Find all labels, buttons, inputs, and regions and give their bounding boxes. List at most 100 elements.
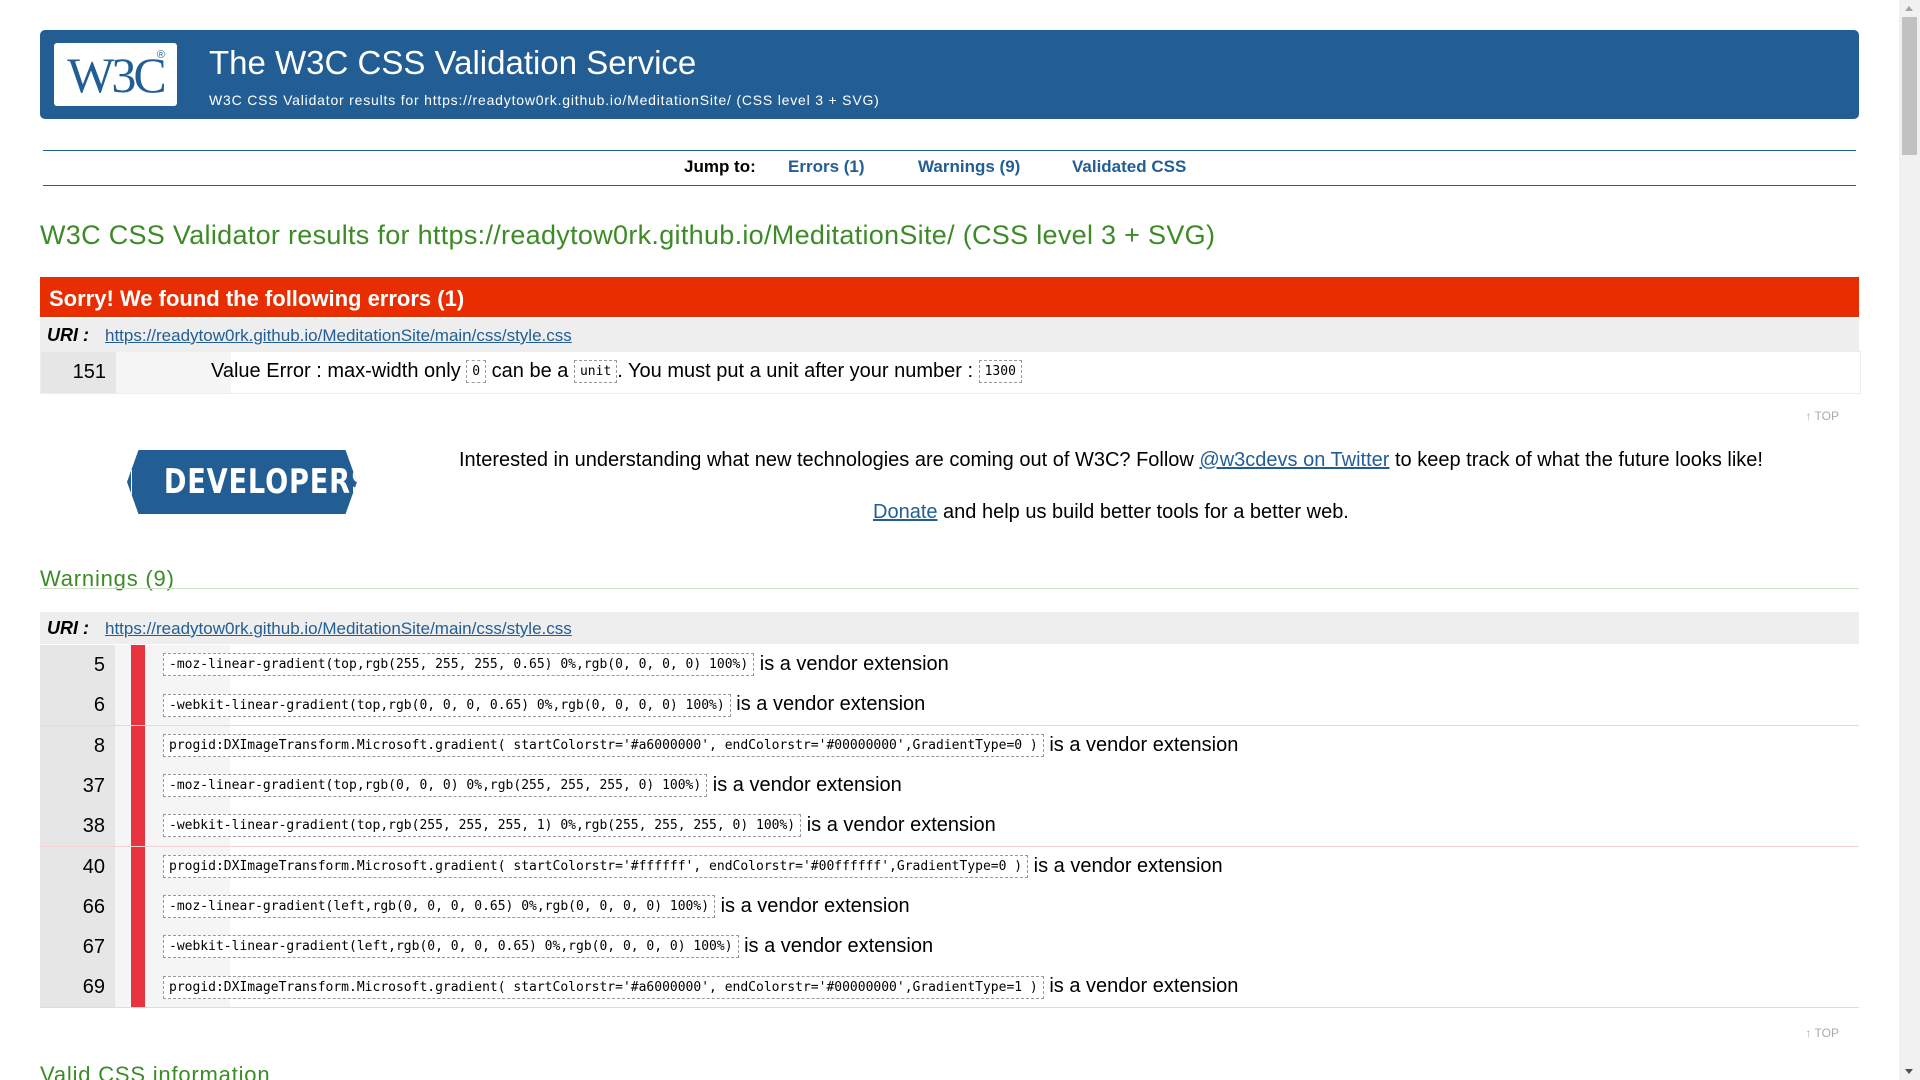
warning-row: 69 progid:DXImageTransform.Microsoft.grad… — [40, 967, 1859, 1009]
jump-link-warnings[interactable]: Warnings (9) — [918, 157, 1020, 177]
jump-label: Jump to: — [684, 157, 756, 176]
error-text: can be a — [491, 360, 569, 382]
warnings-uri-row: URI : https://readytow0rk.github.io/Medi… — [40, 612, 1859, 644]
code-snippet: -moz-linear-gradient(left,rgb(0, 0, 0, 0… — [163, 895, 716, 919]
warning-suffix: is a vendor extension — [720, 894, 910, 917]
scroll-down-arrow-icon[interactable] — [1899, 1063, 1920, 1080]
warning-message: -webkit-linear-gradient(left,rgb(0, 0, 0… — [163, 935, 934, 959]
warning-row: 37 -moz-linear-gradient(top,rgb(0, 0, 0) … — [40, 765, 1859, 807]
warning-suffix: is a vendor extension — [744, 935, 934, 958]
warning-row: 6 -webkit-linear-gradient(top,rgb(0, 0, 0… — [40, 685, 1859, 727]
warning-message: -webkit-linear-gradient(top,rgb(255, 255… — [163, 814, 996, 838]
dev-logo-small: W3C — [127, 469, 133, 495]
warning-suffix: is a vendor extension — [1049, 733, 1239, 756]
vertical-scrollbar[interactable] — [1899, 0, 1920, 1080]
line-number: 6 — [40, 685, 115, 726]
line-number: 66 — [40, 886, 115, 927]
page-subtitle: W3C CSS Validator results for https://re… — [209, 92, 880, 108]
warning-row: 66 -moz-linear-gradient(left,rgb(0, 0, 0,… — [40, 886, 1859, 928]
warning-marker — [131, 886, 145, 927]
top-link[interactable]: ↑ TOP — [1805, 409, 1839, 423]
promo-text-part: Interested in understanding what new tec… — [459, 449, 1200, 471]
donate-link[interactable]: Donate — [873, 501, 938, 523]
error-message: Value Error : max-width only 0 can be a … — [211, 360, 1022, 384]
warning-row: 8 progid:DXImageTransform.Microsoft.gradi… — [40, 725, 1859, 767]
w3c-developers-logo[interactable]: W3C DEVELOPERS — [127, 450, 357, 514]
uri-label: URI : — [47, 325, 89, 345]
top-link[interactable]: ↑ TOP — [1805, 1026, 1839, 1040]
warning-marker — [131, 645, 145, 685]
warning-message: progid:DXImageTransform.Microsoft.gradie… — [163, 975, 1239, 999]
promo-text: Interested in understanding what new tec… — [459, 449, 1763, 472]
warning-suffix: is a vendor extension — [1049, 975, 1239, 998]
page-viewport: W3C ® The W3C CSS Validation Service W3C… — [0, 0, 1899, 1080]
warning-message: progid:DXImageTransform.Microsoft.gradie… — [163, 734, 1238, 757]
uri-label: URI : — [47, 618, 89, 638]
error-text: . You must put a unit after your number … — [617, 360, 974, 382]
code-snippet: -webkit-linear-gradient(left,rgb(0, 0, 0… — [163, 935, 739, 959]
warning-message: -moz-linear-gradient(left,rgb(0, 0, 0, 0… — [163, 894, 910, 919]
line-number: 40 — [40, 846, 115, 887]
warning-marker — [131, 967, 145, 1008]
line-number: 37 — [40, 765, 115, 806]
warning-message: -webkit-linear-gradient(top,rgb(0, 0, 0,… — [163, 693, 926, 717]
error-row: 151 Value Error : max-width only 0 can b… — [40, 351, 1861, 394]
warning-marker — [131, 685, 145, 726]
errors-uri-link[interactable]: https://readytow0rk.github.io/Meditation… — [105, 326, 572, 346]
header-banner: W3C ® The W3C CSS Validation Service W3C… — [40, 30, 1859, 119]
warning-suffix: is a vendor extension — [1033, 854, 1223, 877]
line-number: 67 — [40, 927, 115, 968]
warning-row: 67 -webkit-linear-gradient(left,rgb(0, 0,… — [40, 927, 1859, 969]
line-number: 151 — [41, 352, 116, 393]
scrollbar-thumb[interactable] — [1902, 17, 1917, 155]
errors-banner: Sorry! We found the following errors (1) — [40, 277, 1859, 317]
warning-suffix: is a vendor extension — [759, 653, 949, 675]
warning-suffix: is a vendor extension — [806, 814, 996, 837]
valid-css-heading: Valid CSS information — [40, 1062, 271, 1080]
warning-message: -moz-linear-gradient(top,rgb(255, 255, 2… — [163, 653, 949, 677]
code-snippet: progid:DXImageTransform.Microsoft.gradie… — [163, 975, 1044, 999]
warning-marker — [131, 725, 145, 766]
code-snippet: 1300 — [978, 360, 1022, 384]
code-snippet: 0 — [466, 360, 487, 384]
code-snippet: progid:DXImageTransform.Microsoft.gradie… — [163, 733, 1044, 757]
dev-logo-big: DEVELOPERS — [164, 462, 372, 502]
donate-text-part: and help us build better tools for a bet… — [937, 501, 1349, 523]
code-snippet: progid:DXImageTransform.Microsoft.gradie… — [163, 854, 1029, 878]
warning-marker — [131, 806, 145, 847]
line-number: 38 — [40, 806, 115, 847]
warning-suffix: is a vendor extension — [712, 773, 902, 796]
warning-suffix: is a vendor extension — [736, 693, 926, 716]
line-number: 5 — [40, 645, 115, 685]
warning-marker — [131, 846, 145, 887]
code-snippet: -moz-linear-gradient(top,rgb(255, 255, 2… — [163, 653, 755, 677]
code-snippet: -webkit-linear-gradient(top,rgb(255, 255… — [163, 814, 802, 838]
line-number: 8 — [40, 725, 115, 766]
donate-text: Donate and help us build better tools fo… — [873, 501, 1349, 524]
twitter-link[interactable]: @w3cdevs on Twitter — [1199, 449, 1389, 471]
registered-icon: ® — [156, 49, 165, 61]
promo-text-part: to keep track of what the future looks l… — [1389, 449, 1763, 471]
warning-marker — [131, 765, 145, 806]
errors-uri-row: URI : https://readytow0rk.github.io/Medi… — [40, 319, 1859, 351]
warnings-divider — [40, 588, 1859, 589]
results-heading: W3C CSS Validator results for https://re… — [40, 220, 1216, 250]
code-snippet: -webkit-linear-gradient(top,rgb(0, 0, 0,… — [163, 693, 731, 717]
page-title: The W3C CSS Validation Service — [209, 44, 697, 81]
warning-row: 5 -moz-linear-gradient(top,rgb(255, 255, … — [40, 645, 1859, 686]
errors-banner-text: Sorry! We found the following errors (1) — [49, 286, 465, 311]
code-snippet: unit — [573, 360, 618, 384]
warning-row: 38 -webkit-linear-gradient(top,rgb(255, 2… — [40, 806, 1859, 848]
warning-message: -moz-linear-gradient(top,rgb(0, 0, 0) 0%… — [163, 773, 902, 798]
warnings-uri-link[interactable]: https://readytow0rk.github.io/Meditation… — [105, 619, 572, 639]
w3c-logo[interactable]: W3C ® — [54, 43, 177, 106]
code-snippet: -moz-linear-gradient(top,rgb(0, 0, 0) 0%… — [163, 774, 708, 798]
warning-marker — [131, 927, 145, 968]
jump-link-errors[interactable]: Errors (1) — [788, 157, 865, 177]
line-number: 69 — [40, 967, 115, 1008]
jump-link-validated-css[interactable]: Validated CSS — [1072, 157, 1186, 177]
w3c-logo-text: W3C — [67, 46, 167, 103]
warning-row: 40 progid:DXImageTransform.Microsoft.grad… — [40, 846, 1859, 888]
scroll-up-arrow-icon[interactable] — [1899, 0, 1920, 17]
jump-nav: Jump to: Errors (1) Warnings (9) Validat… — [43, 150, 1856, 186]
